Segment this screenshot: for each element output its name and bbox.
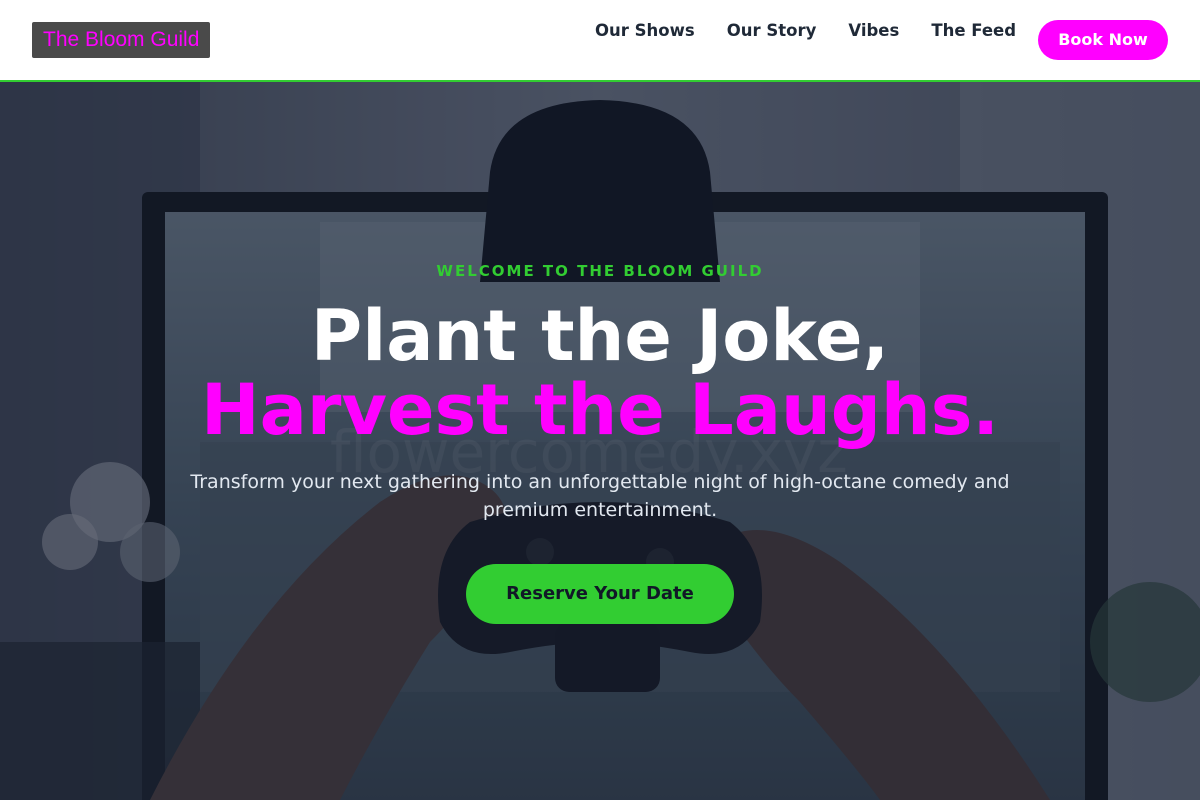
book-now-button[interactable]: Book Now	[1038, 20, 1168, 60]
reserve-date-button[interactable]: Reserve Your Date	[466, 564, 734, 624]
hero-headline-line1: Plant the Joke,	[310, 295, 890, 377]
site-logo[interactable]: The Bloom Guild	[32, 22, 211, 58]
nav-link-vibes[interactable]: Vibes	[848, 20, 899, 42]
nav-link-the-feed[interactable]: The Feed	[931, 20, 1016, 42]
hero-eyebrow: WELCOME TO THE BLOOM GUILD	[436, 262, 764, 280]
main-nav: Our Shows Our Story Vibes The Feed	[595, 20, 1016, 42]
hero-subtitle: Transform your next gathering into an un…	[190, 471, 1010, 521]
nav-link-our-shows[interactable]: Our Shows	[595, 20, 695, 42]
hero-headline-line2: Harvest the Laughs.	[201, 369, 999, 451]
site-header: The Bloom Guild Our Shows Our Story Vibe…	[0, 0, 1200, 82]
nav-link-our-story[interactable]: Our Story	[727, 20, 817, 42]
hero-content: WELCOME TO THE BLOOM GUILD Plant the Jok…	[0, 82, 1200, 800]
hero-section: flowercomedy.xyz WELCOME TO THE BLOOM GU…	[0, 82, 1200, 800]
